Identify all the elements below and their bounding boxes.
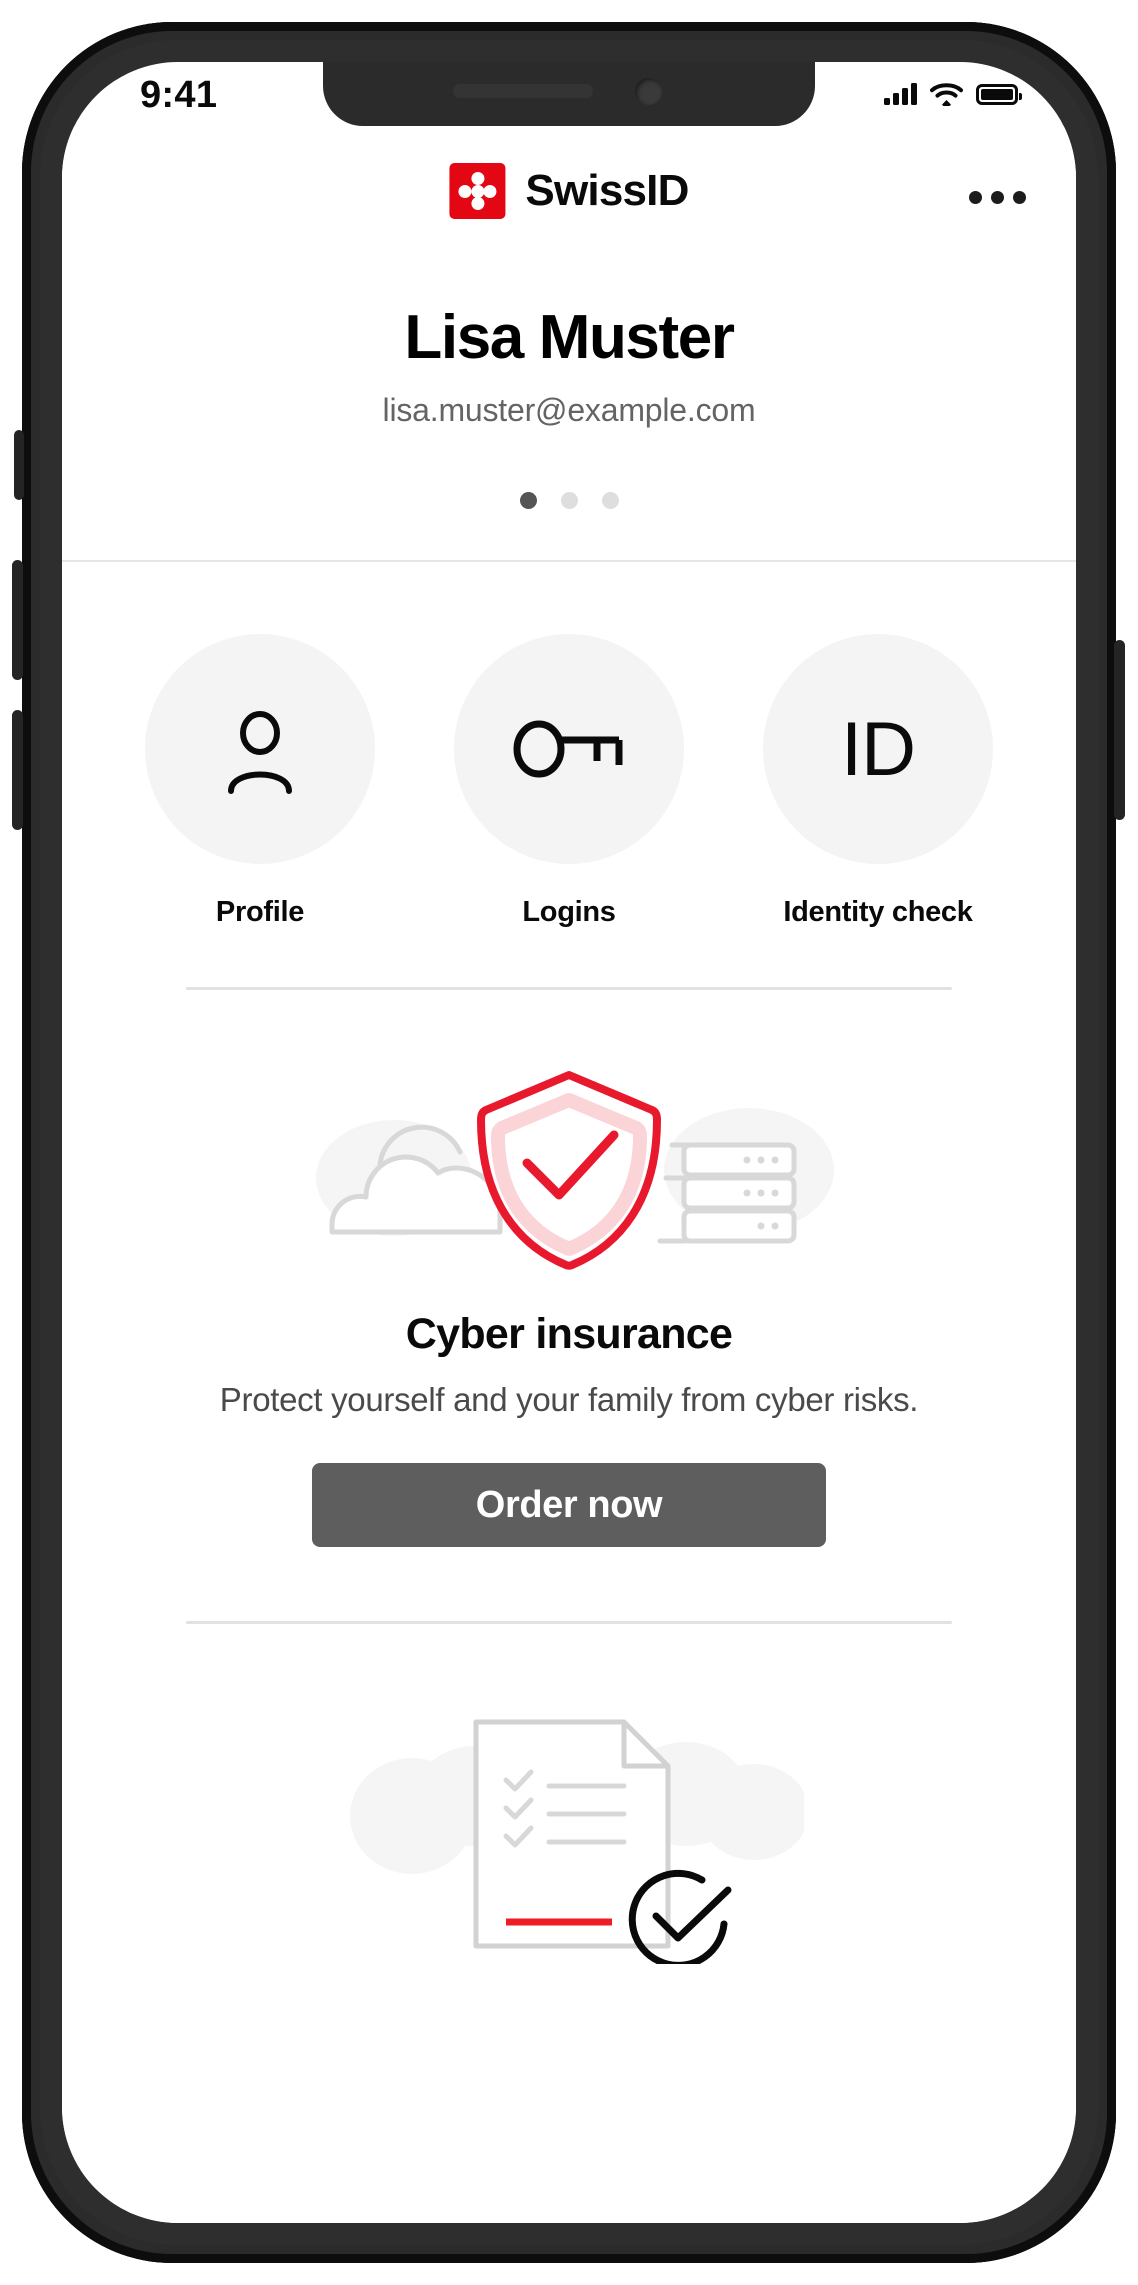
user-name: Lisa Muster: [404, 303, 735, 372]
cellular-signal-icon: [884, 83, 917, 105]
carousel-pager[interactable]: [62, 492, 1076, 510]
user-email: lisa.muster@example.com: [382, 392, 756, 429]
quick-action-logins[interactable]: Logins: [454, 634, 684, 929]
order-now-button[interactable]: Order now: [312, 1463, 826, 1548]
pager-dot-1[interactable]: [519, 492, 537, 510]
quick-action-label: Logins: [522, 896, 616, 929]
person-icon: [228, 711, 292, 795]
promo-divider-wrap: [62, 1547, 1076, 1625]
id-icon: ID: [841, 706, 916, 792]
pager-dot-2[interactable]: [560, 492, 578, 510]
app-content: SwissID Lisa Muster lisa.muster@example.…: [62, 126, 1076, 2223]
more-options-icon[interactable]: [959, 181, 1036, 214]
volume-up-button[interactable]: [12, 560, 23, 680]
quick-action-label: Profile: [215, 896, 305, 929]
promo-card-cyber-insurance: Cyber insurance Protect yourself and you…: [62, 990, 1076, 1548]
status-bar-icons: [884, 82, 1022, 106]
quick-actions-divider-wrap: [62, 929, 1076, 991]
quick-action-label: Identity check: [783, 896, 973, 929]
status-bar-time: 9:41: [140, 74, 218, 116]
identity-check-icon-circle: ID: [763, 634, 993, 865]
quick-actions-row: Profile Logins ID Identity check: [62, 562, 1076, 929]
app-header: SwissID: [62, 126, 1076, 262]
brand-name: SwissID: [525, 166, 689, 215]
promo-title: Cyber insurance: [405, 1310, 733, 1359]
shield-check-cloud-server-illustration: [62, 1052, 1076, 1282]
silent-switch-button[interactable]: [14, 430, 24, 500]
key-icon: [513, 720, 623, 778]
phone-screen: 9:41 SwissID Lisa Muster lisa.muster@exa…: [62, 62, 1076, 2223]
quick-action-identity-check[interactable]: ID Identity check: [763, 634, 993, 929]
battery-full-icon: [976, 83, 1022, 105]
power-button[interactable]: [1114, 640, 1125, 820]
status-bar: 9:41: [62, 62, 1076, 126]
wifi-icon: [930, 83, 963, 106]
pager-dot-3[interactable]: [601, 492, 619, 510]
swissid-logo-icon: [449, 163, 506, 219]
profile-icon-circle: [145, 634, 375, 865]
promo-subtitle: Protect yourself and your family from cy…: [219, 1381, 919, 1419]
volume-down-button[interactable]: [12, 710, 23, 830]
quick-action-profile[interactable]: Profile: [145, 634, 375, 929]
brand-logo: SwissID: [449, 163, 689, 219]
user-identity-block: Lisa Muster lisa.muster@example.com: [62, 262, 1076, 563]
promo-card-secondary: [62, 1624, 1076, 1965]
document-checklist-verified-illustration: [350, 1719, 804, 1965]
logins-icon-circle: [454, 634, 684, 865]
